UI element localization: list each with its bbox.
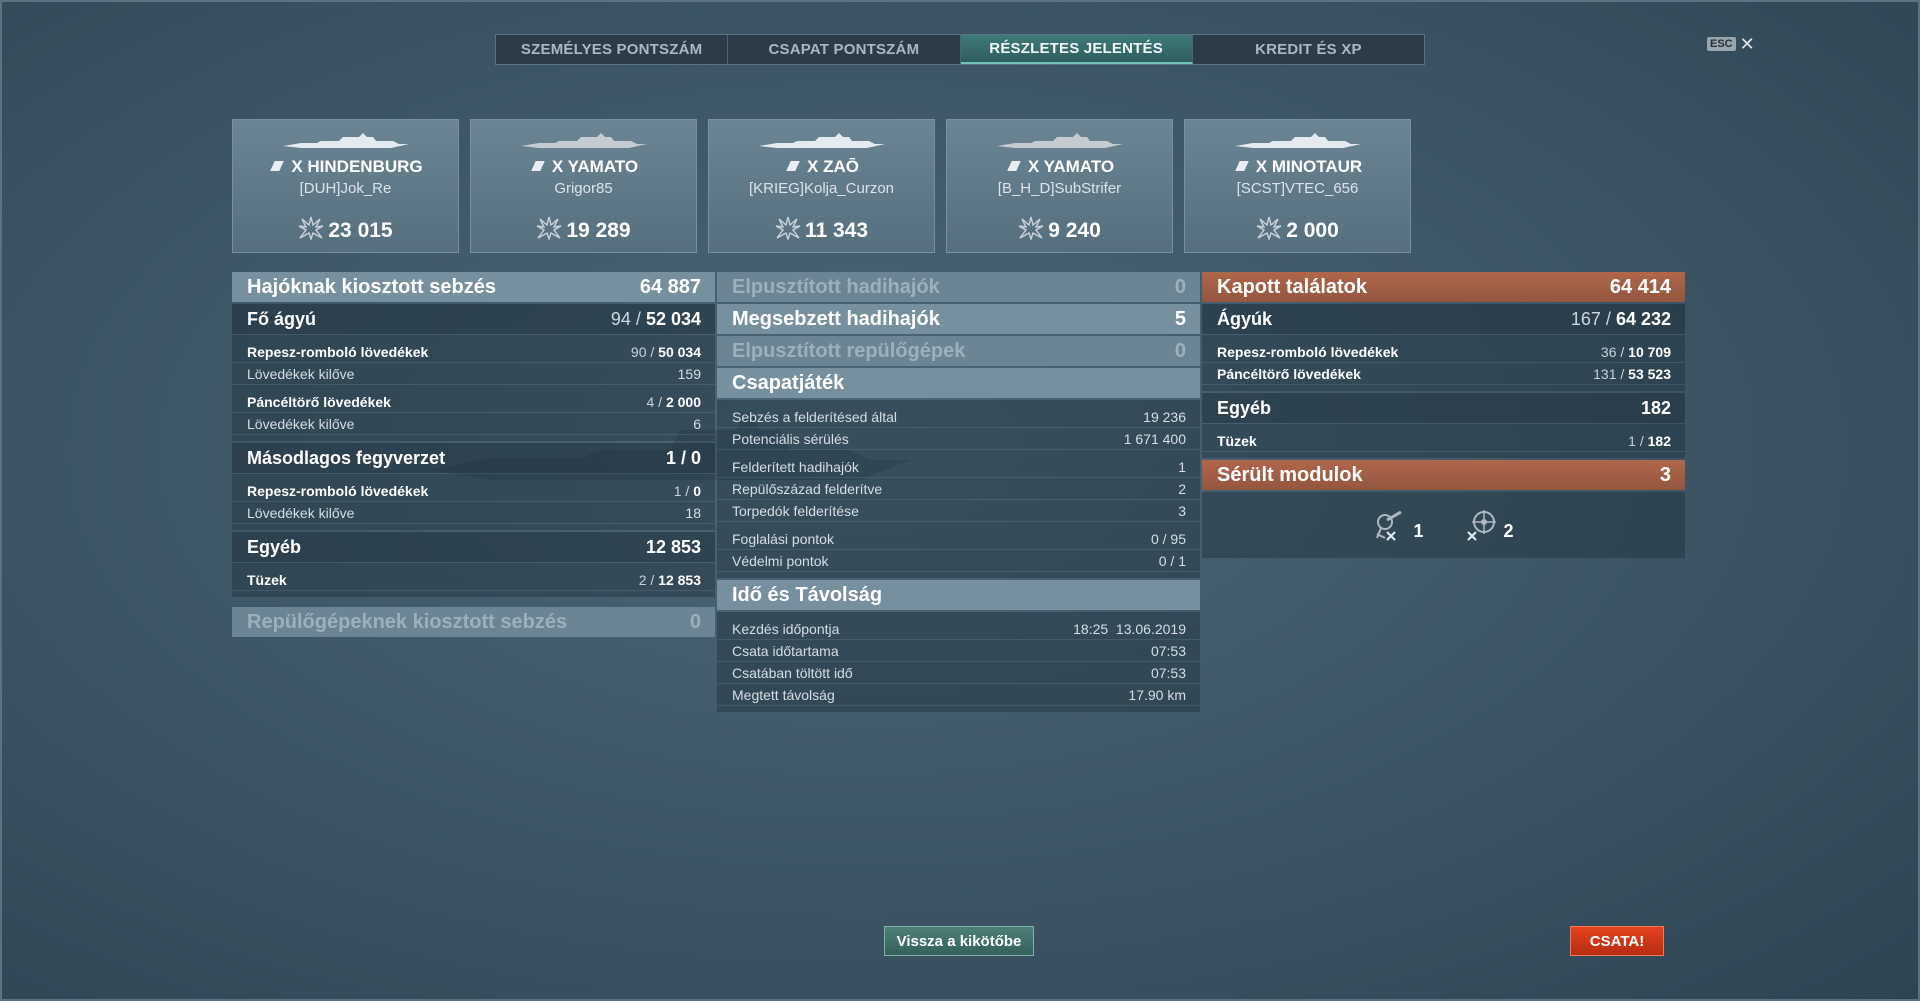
stat-row: Tüzek 1 / 182 <box>1202 430 1685 452</box>
damaged-modules-list: 1 2 <box>1202 492 1685 558</box>
stat-row: Repülőszázad felderítve 2 <box>717 478 1200 500</box>
ship-silhouette-icon <box>758 133 885 148</box>
ship-silhouette-icon <box>282 133 409 148</box>
ship-class-icon <box>268 161 287 171</box>
stat-row: Csata időtartama 07:53 <box>717 640 1200 662</box>
tab-personal-score[interactable]: SZEMÉLYES PONTSZÁM <box>496 35 729 64</box>
stat-row: Tüzek 2 / 12 853 <box>232 569 715 591</box>
aircraft-damage-header: Repülőgépeknek kiosztott sebzés 0 <box>232 607 715 637</box>
damage-value: 19 289 <box>566 219 631 242</box>
section-header: Elpusztított hadihajók 0 <box>717 272 1200 302</box>
damaged-modules-header: Sérült modulok 3 <box>1202 460 1685 490</box>
stat-row: Repesz-romboló lövedékek 90 / 50 034 <box>232 341 715 363</box>
gun-module-icon <box>1376 510 1403 541</box>
close-icon[interactable]: ✕ <box>1740 35 1755 53</box>
close-button[interactable]: ESC ✕ <box>1707 35 1755 53</box>
module-item: 1 <box>1373 508 1424 542</box>
ship-class-icon <box>528 161 547 171</box>
time-distance-header: Idő és Távolság <box>717 580 1200 610</box>
ship-cards: X HINDENBURG [DUH]Jok_Re 23 015 X YAMATO… <box>232 119 1411 253</box>
module-item: 2 <box>1464 508 1514 542</box>
battle-button[interactable]: CSATA! <box>1570 926 1664 956</box>
player-name: [SCST]VTEC_656 <box>1236 180 1359 197</box>
damage-burst-icon <box>537 216 562 240</box>
ship-silhouette-icon <box>996 133 1123 148</box>
ship-silhouette-icon <box>520 133 647 148</box>
damage-value: 23 015 <box>328 219 393 242</box>
stat-row: Repesz-romboló lövedékek 1 / 0 <box>232 480 715 502</box>
teamplay-header: Csapatjáték <box>717 368 1200 398</box>
steering-module-icon <box>1466 510 1496 541</box>
stat-row: Torpedók felderítése 3 <box>717 500 1200 522</box>
other-row: Egyéb 12 853 <box>232 532 715 562</box>
main-guns-row: Fő ágyú 94 / 52 034 <box>232 304 715 334</box>
ship-class-icon <box>1004 161 1023 171</box>
ship-class-icon <box>784 161 803 171</box>
section-header: Elpusztított repülőgépek 0 <box>717 336 1200 366</box>
stat-row: Potenciális sérülés 1 671 400 <box>717 428 1200 450</box>
stat-row: Lövedékek kilőve 6 <box>232 413 715 435</box>
stat-row: Repesz-romboló lövedékek 36 / 10 709 <box>1202 341 1685 363</box>
stat-row: Páncéltörő lövedékek 131 / 53 523 <box>1202 363 1685 385</box>
ship-name: X MINOTAUR <box>1255 157 1363 176</box>
secondary-armament-row: Másodlagos fegyverzet 1 / 0 <box>232 443 715 473</box>
section-header: Kapott találatok 64 414 <box>1202 272 1685 302</box>
tab-bar: SZEMÉLYES PONTSZÁM CSAPAT PONTSZÁM RÉSZL… <box>495 34 1425 65</box>
ship-silhouette-icon <box>1234 133 1361 148</box>
ship-card[interactable]: X YAMATO [B_H_D]SubStrifer 9 240 <box>946 119 1173 253</box>
stat-row: Lövedékek kilőve 18 <box>232 502 715 524</box>
player-name: [DUH]Jok_Re <box>299 180 392 197</box>
esc-key-badge: ESC <box>1707 37 1736 51</box>
stat-row: Felderített hadihajók 1 <box>717 456 1200 478</box>
guns-row: Ágyúk 167 / 64 232 <box>1202 304 1685 334</box>
other-row: Egyéb 182 <box>1202 393 1685 423</box>
back-to-port-button[interactable]: Vissza a kikötőbe <box>884 926 1034 956</box>
ship-name: X YAMATO <box>1027 157 1115 176</box>
damage-value: 9 240 <box>1048 219 1101 242</box>
player-name: Grigor85 <box>554 180 613 197</box>
section-header: Megsebzett hadihajók 5 <box>717 304 1200 334</box>
damage-burst-icon <box>299 216 324 240</box>
ship-name: X ZAŌ <box>807 157 859 176</box>
stat-row: Kezdés időpontja 18:25 13.06.2019 <box>717 618 1200 640</box>
stat-row: Megtett távolság 17.90 km <box>717 684 1200 706</box>
ship-card[interactable]: X YAMATO Grigor85 19 289 <box>470 119 697 253</box>
damage-value: 2 000 <box>1286 219 1339 242</box>
combat-column: Elpusztított hadihajók 0 Megsebzett hadih… <box>717 272 1200 714</box>
tab-team-score[interactable]: CSAPAT PONTSZÁM <box>728 35 961 64</box>
ship-class-icon <box>1232 161 1251 171</box>
damage-burst-icon <box>1256 216 1282 240</box>
received-hits-column: Kapott találatok 64 414 Ágyúk 167 / 64 232… <box>1202 272 1685 558</box>
stat-row: Lövedékek kilőve 159 <box>232 363 715 385</box>
player-name: [KRIEG]Kolja_Curzon <box>748 180 895 197</box>
damage-dealt-column: Hajóknak kiosztott sebzés 64 887 Fő ágyú 9… <box>232 272 715 639</box>
ship-card[interactable]: X ZAŌ [KRIEG]Kolja_Curzon 11 343 <box>708 119 935 253</box>
stat-row: Védelmi pontok 0 / 1 <box>717 550 1200 572</box>
damage-burst-icon <box>1018 216 1044 240</box>
tab-detailed-report[interactable]: RÉSZLETES JELENTÉS <box>960 35 1193 64</box>
stat-row: Páncéltörő lövedékek 4 / 2 000 <box>232 391 715 413</box>
ship-name: X YAMATO <box>551 157 639 176</box>
stat-row: Csatában töltött idő 07:53 <box>717 662 1200 684</box>
stat-row: Sebzés a felderítésed által 19 236 <box>717 406 1200 428</box>
section-header: Hajóknak kiosztott sebzés 64 887 <box>232 272 715 302</box>
player-name: [B_H_D]SubStrifer <box>997 180 1122 197</box>
ship-card[interactable]: X MINOTAUR [SCST]VTEC_656 2 000 <box>1184 119 1411 253</box>
ship-card[interactable]: X HINDENBURG [DUH]Jok_Re 23 015 <box>232 119 459 253</box>
damage-value: 11 343 <box>804 219 869 242</box>
ship-name: X HINDENBURG <box>291 157 423 176</box>
damage-burst-icon <box>775 216 801 240</box>
stat-row: Foglalási pontok 0 / 95 <box>717 528 1200 550</box>
tab-credits-xp[interactable]: KREDIT ÉS XP <box>1193 35 1424 64</box>
